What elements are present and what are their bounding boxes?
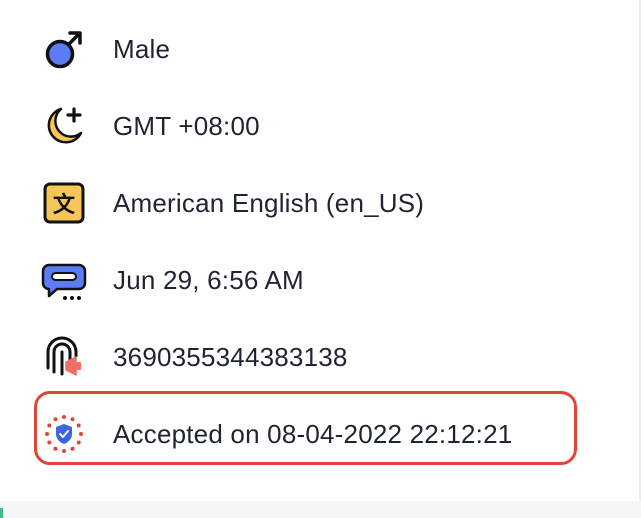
svg-text:文: 文 [53, 192, 76, 218]
gender-label: Male [113, 33, 171, 64]
detail-row-id: 3690355344383138 [40, 331, 348, 383]
last-active-label: Jun 29, 6:56 AM [113, 264, 304, 295]
user-details-panel: Male GMT +08:00 文 American English (en_U… [0, 0, 632, 501]
detail-row-gender: Male [40, 23, 170, 75]
bottom-bar [0, 501, 641, 518]
fingerprint-megaphone-icon [40, 333, 88, 381]
detail-row-timezone: GMT +08:00 [40, 100, 260, 152]
detail-row-language: 文 American English (en_US) [40, 177, 424, 229]
chat-bubble-icon [40, 256, 88, 304]
language-label: American English (en_US) [113, 187, 425, 218]
id-label: 3690355344383138 [113, 341, 348, 372]
timezone-label: GMT +08:00 [113, 110, 260, 141]
male-symbol-icon [40, 25, 88, 73]
translate-icon: 文 [40, 179, 88, 227]
consent-highlight-outline [34, 391, 577, 465]
moon-plus-icon [40, 102, 88, 150]
detail-row-last-active: Jun 29, 6:56 AM [40, 254, 304, 306]
bottom-accent-marker [0, 508, 3, 518]
